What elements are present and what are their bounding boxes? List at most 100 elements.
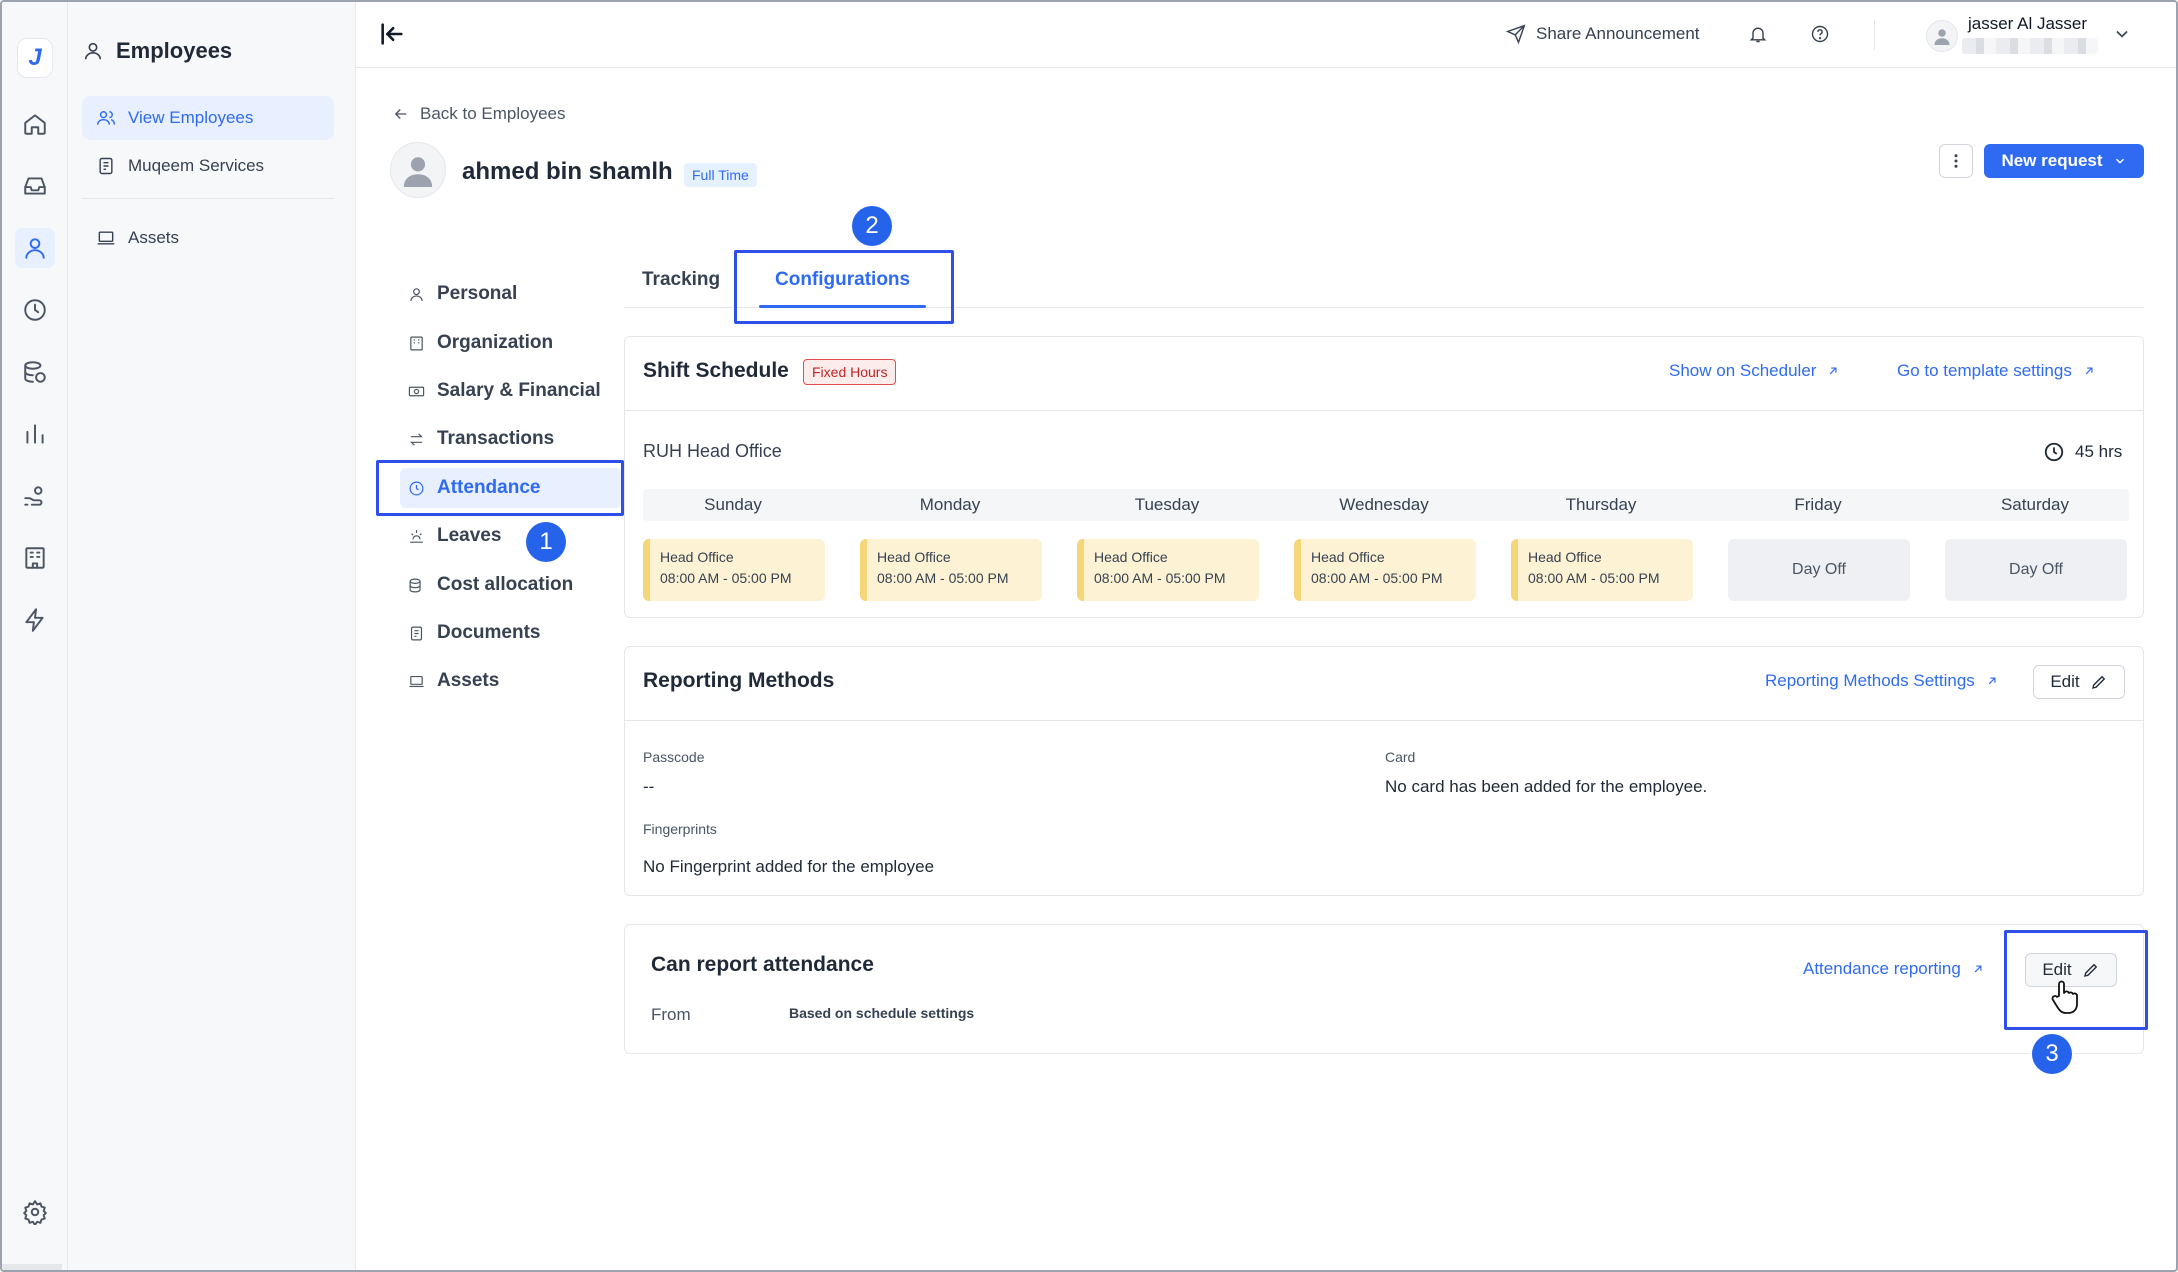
sidebar-title: Employees bbox=[82, 38, 232, 64]
sidebar-item-assets[interactable]: Assets bbox=[82, 216, 334, 260]
bell-icon[interactable] bbox=[1748, 24, 1770, 46]
shift-block[interactable]: Head Office 08:00 AM - 05:00 PM bbox=[1294, 539, 1476, 601]
user-avatar[interactable] bbox=[1926, 20, 1958, 52]
can-report-attendance-card: Can report attendance Attendance reporti… bbox=[624, 924, 2144, 1054]
bolt-icon[interactable] bbox=[15, 600, 55, 640]
day-label: Tuesday bbox=[1134, 495, 1200, 514]
highlight-attendance bbox=[376, 460, 624, 516]
edit-reporting-methods-button[interactable]: Edit bbox=[2033, 665, 2125, 699]
document-icon bbox=[410, 626, 423, 640]
shift-block[interactable]: Head Office 08:00 AM - 05:00 PM bbox=[643, 539, 825, 601]
chevron-down-icon bbox=[2115, 158, 2124, 164]
show-on-scheduler-link[interactable]: Show on Scheduler bbox=[1669, 361, 1840, 381]
person-icon bbox=[410, 287, 423, 301]
nav-leaves[interactable]: Leaves bbox=[400, 516, 620, 556]
from-label: From bbox=[651, 1005, 691, 1024]
users-icon bbox=[96, 111, 116, 125]
shift-block[interactable]: Head Office 08:00 AM - 05:00 PM bbox=[860, 539, 1042, 601]
app-window: J Employees View Employees Muqeem Servic… bbox=[0, 0, 2178, 1272]
collapse-sidebar-icon[interactable] bbox=[378, 20, 408, 50]
kebab-icon bbox=[1954, 154, 1958, 168]
laptop-icon bbox=[409, 675, 424, 687]
card-title: Can report attendance bbox=[651, 953, 874, 976]
nav-cost-allocation[interactable]: Cost allocation bbox=[400, 565, 620, 605]
clock-icon[interactable] bbox=[15, 290, 55, 330]
send-icon bbox=[1506, 24, 1526, 44]
card-value: No card has been added for the employee. bbox=[1385, 777, 1708, 796]
card-header: Shift Schedule Fixed Hours Show on Sched… bbox=[625, 337, 2143, 411]
money-icon bbox=[408, 386, 425, 396]
day-label: Sunday bbox=[704, 495, 762, 514]
arrow-left-icon bbox=[394, 109, 407, 119]
total-hours: 45 hrs bbox=[2043, 441, 2122, 463]
step-badge: 2 bbox=[852, 206, 892, 246]
more-options-button[interactable] bbox=[1939, 144, 1973, 178]
settings-icon[interactable] bbox=[15, 1192, 55, 1232]
sidebar-item-view-employees[interactable]: View Employees bbox=[82, 96, 334, 140]
app-logo[interactable]: J bbox=[17, 38, 53, 78]
external-arrow-icon bbox=[1830, 367, 1837, 375]
schedule-location: RUH Head Office bbox=[643, 441, 782, 461]
hand-cursor-icon bbox=[2051, 980, 2078, 1014]
nav-documents[interactable]: Documents bbox=[400, 613, 620, 653]
fixed-hours-badge: Fixed Hours bbox=[803, 359, 897, 385]
step-badge: 1 bbox=[526, 522, 566, 562]
external-arrow-icon bbox=[1974, 965, 1982, 973]
tab-tracking[interactable]: Tracking bbox=[642, 252, 720, 308]
step-badge: 3 bbox=[2032, 1034, 2072, 1074]
shift-schedule-card: Shift Schedule Fixed Hours Show on Sched… bbox=[624, 336, 2144, 618]
day-label: Saturday bbox=[2000, 495, 2070, 514]
hand-coins-icon[interactable] bbox=[15, 476, 55, 516]
sidebar-divider bbox=[82, 198, 334, 199]
card-title: Shift Schedule bbox=[643, 359, 789, 382]
chevron-down-icon[interactable] bbox=[2112, 24, 2134, 46]
nav-personal[interactable]: Personal bbox=[400, 274, 620, 314]
inbox-icon[interactable] bbox=[15, 166, 55, 206]
attendance-reporting-link[interactable]: Attendance reporting bbox=[1803, 959, 1985, 979]
day-off-block: Day Off bbox=[1728, 539, 1910, 601]
day-label: Thursday bbox=[1565, 495, 1637, 514]
person-icon bbox=[84, 42, 102, 60]
user-name[interactable]: jasser Al Jasser bbox=[1968, 14, 2087, 34]
document-icon bbox=[99, 157, 113, 175]
reporting-methods-card: Reporting Methods Reporting Methods Sett… bbox=[624, 646, 2144, 896]
arrows-icon bbox=[410, 432, 423, 446]
database-icon[interactable] bbox=[15, 352, 55, 392]
help-icon[interactable] bbox=[1810, 24, 1832, 46]
home-icon[interactable] bbox=[15, 104, 55, 144]
divider bbox=[1874, 20, 1875, 50]
nav-transactions[interactable]: Transactions bbox=[400, 419, 620, 459]
new-request-button[interactable]: New request bbox=[1984, 144, 2144, 178]
external-arrow-icon bbox=[2085, 367, 2093, 375]
icon-rail: J bbox=[2, 2, 68, 1270]
card-header: Reporting Methods Reporting Methods Sett… bbox=[625, 647, 2143, 721]
nav-assets[interactable]: Assets bbox=[400, 661, 620, 701]
employment-type-badge: Full Time bbox=[684, 163, 757, 187]
nav-salary-financial[interactable]: Salary & Financial bbox=[400, 371, 620, 411]
share-announcement-button[interactable]: Share Announcement bbox=[1506, 24, 1700, 44]
coins-icon bbox=[409, 578, 421, 592]
clock-icon bbox=[2044, 442, 2064, 462]
top-bar: Share Announcement jasser Al Jasser bbox=[356, 2, 2176, 68]
highlight-configurations bbox=[734, 250, 954, 324]
laptop-icon bbox=[97, 231, 115, 245]
person-icon[interactable] bbox=[15, 228, 55, 268]
day-label: Monday bbox=[919, 495, 981, 514]
card-label: Card bbox=[1385, 749, 1416, 765]
bar-chart-icon[interactable] bbox=[15, 414, 55, 454]
sidebar-item-muqeem-services[interactable]: Muqeem Services bbox=[82, 144, 334, 188]
back-to-employees-link[interactable]: Back to Employees bbox=[392, 104, 566, 124]
building-icon[interactable] bbox=[15, 538, 55, 578]
scrollbar[interactable] bbox=[2, 1264, 62, 1270]
fingerprints-value: No Fingerprint added for the employee bbox=[643, 857, 935, 876]
from-value: Based on schedule settings bbox=[789, 1005, 975, 1021]
nav-organization[interactable]: Organization bbox=[400, 323, 620, 363]
fingerprints-label: Fingerprints bbox=[643, 821, 717, 837]
shift-block[interactable]: Head Office 08:00 AM - 05:00 PM bbox=[1077, 539, 1259, 601]
template-settings-link[interactable]: Go to template settings bbox=[1897, 361, 2096, 381]
shift-block[interactable]: Head Office 08:00 AM - 05:00 PM bbox=[1511, 539, 1693, 601]
employee-name: ahmed bin shamlh bbox=[462, 158, 673, 185]
passcode-value: -- bbox=[643, 777, 655, 796]
employees-sidebar: Employees View Employees Muqeem Services… bbox=[68, 2, 356, 1270]
reporting-methods-settings-link[interactable]: Reporting Methods Settings bbox=[1765, 671, 1999, 691]
